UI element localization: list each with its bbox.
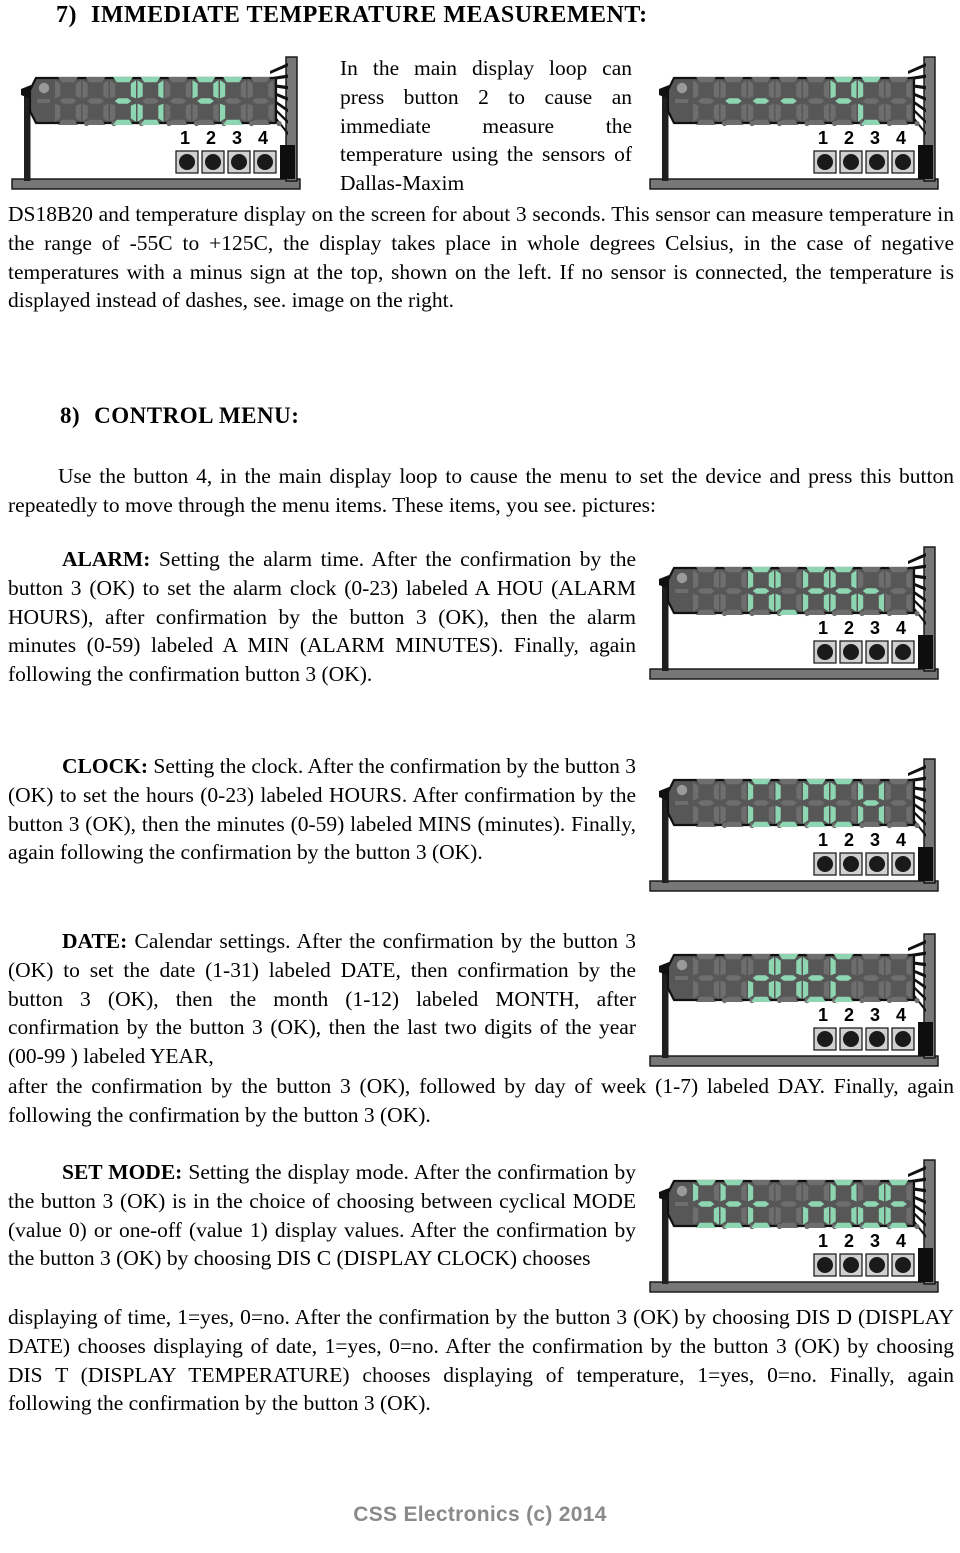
- alarm-label: ALARM:: [62, 547, 151, 571]
- date-label: DATE:: [62, 929, 128, 953]
- section-8-heading: 8) CONTROL MENU:: [60, 403, 299, 429]
- set-mode-label: SET MODE:: [62, 1160, 183, 1184]
- section-8-number: 8): [60, 403, 81, 428]
- set-mode-paragraph: SET MODE: Setting the display mode. Afte…: [8, 1158, 636, 1273]
- control-menu-paragraph: Use the button 4, in the main display lo…: [8, 464, 954, 517]
- device-temperature-reading: 1234: [8, 55, 314, 195]
- clock-label: CLOCK:: [62, 754, 148, 778]
- device-set-mode: 1234: [646, 1158, 952, 1298]
- clock-paragraph: CLOCK: Setting the clock. After the conf…: [8, 752, 636, 867]
- set-mode-paragraph-tail: displaying of time, 1=yes, 0=no. After t…: [8, 1305, 954, 1416]
- device-date: 1234: [646, 932, 952, 1072]
- device-alarm: 1234: [646, 545, 952, 685]
- temperature-intro-paragraph: In the main display loop can press butto…: [340, 56, 632, 196]
- alarm-paragraph: ALARM: Setting the alarm time. After the…: [8, 545, 636, 689]
- page-footer: CSS Electronics (c) 2014: [353, 1503, 607, 1526]
- temperature-body-paragraph: DS18B20 and temperature display on the s…: [8, 202, 954, 313]
- section-7-number: 7): [56, 2, 77, 28]
- date-paragraph: DATE: Calendar settings. After the confi…: [8, 927, 636, 1071]
- section-8-title: CONTROL MENU:: [94, 403, 300, 428]
- device-temperature-no-sensor: 1234: [646, 55, 952, 195]
- document-page: 7) IMMEDIATE TEMPERATURE MEASUREMENT: 123…: [0, 0, 960, 1553]
- section-7-heading: 7) IMMEDIATE TEMPERATURE MEASUREMENT:: [56, 2, 648, 29]
- date-paragraph-tail: after the confirmation by the button 3 (…: [8, 1074, 954, 1127]
- device-clock: 1234: [646, 757, 952, 897]
- section-7-title: IMMEDIATE TEMPERATURE MEASUREMENT:: [91, 2, 648, 28]
